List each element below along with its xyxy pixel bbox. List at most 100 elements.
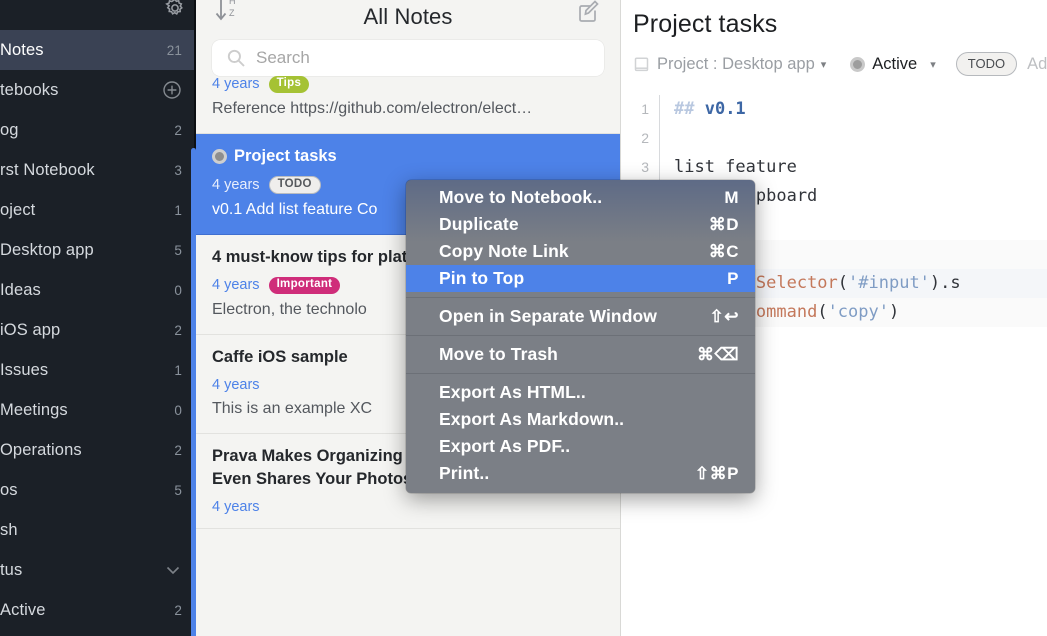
code-gutter-divider [659,153,660,182]
editor-note-title[interactable]: Project tasks [621,10,1047,39]
note-age: 4 years [212,499,260,515]
code-gutter-divider [659,95,660,124]
sidebar-item-count: 0 [174,283,182,298]
menu-item-label: Move to Trash [439,344,697,365]
sidebar-item-label: Active [0,601,166,620]
menu-item-export-as-html[interactable]: Export As HTML.. [406,379,755,406]
menu-item-duplicate[interactable]: Duplicate⌘D [406,211,755,238]
status-dot-icon [850,57,865,72]
note-tag-todo[interactable]: TODO [269,176,321,195]
note-snippet: Reference https://github.com/electron/el… [212,98,604,120]
menu-item-pin-to-top[interactable]: Pin to TopP [406,265,755,292]
sidebar-item-meetings[interactable]: Meetings0 [0,390,196,430]
menu-separator [406,297,755,298]
sidebar-item-label: Ideas [0,281,166,300]
plus-circle-icon[interactable] [162,80,182,100]
menu-item-label: Export As Markdown.. [439,409,739,430]
menu-item-label: Move to Notebook.. [439,187,724,208]
sidebar-item-label: tus [0,561,164,580]
menu-item-label: Export As PDF.. [439,436,739,457]
code-token: ) [889,302,899,322]
code-line[interactable]: 3list feature [621,153,1047,182]
sidebar-item-count: 5 [174,243,182,258]
line-number: 1 [621,95,659,124]
menu-item-move-to-trash[interactable]: Move to Trash⌘⌫ [406,341,755,368]
sidebar-item-desktop-app[interactable]: Desktop app5 [0,230,196,270]
sidebar-item-label: sh [0,521,182,540]
search-box[interactable] [212,40,604,76]
sidebar-item-notes[interactable]: Notes21 [0,30,196,70]
menu-item-move-to-notebook[interactable]: Move to Notebook..M [406,184,755,211]
code-text: list feature [674,153,1047,182]
code-token: 'copy' [828,302,889,322]
sidebar-topbar [0,0,196,30]
sidebar-item-label: rst Notebook [0,161,166,180]
menu-item-open-in-separate-window[interactable]: Open in Separate Window⇧↩ [406,303,755,330]
menu-item-export-as-markdown[interactable]: Export As Markdown.. [406,406,755,433]
sidebar-item-label: og [0,121,166,140]
menu-item-shortcut: ⌘⌫ [697,345,739,365]
sidebar-item-sh[interactable]: sh [0,510,196,550]
notebook-path-label[interactable]: Project : Desktop app [657,55,815,74]
sidebar-item-tus[interactable]: tus [0,550,196,590]
search-input[interactable] [256,48,594,68]
svg-text:H: H [229,0,236,6]
menu-separator [406,373,755,374]
svg-text:Z: Z [229,8,235,18]
sidebar-item-ios-app[interactable]: iOS app2 [0,310,196,350]
code-line[interactable]: 1 ## v0.1 [621,95,1047,124]
note-context-menu[interactable]: Move to Notebook..MDuplicate⌘DCopy Note … [406,180,755,493]
menu-item-label: Pin to Top [439,268,727,289]
sidebar-item-active[interactable]: Active 2 [0,590,196,630]
note-tag-tips[interactable]: Tips [269,76,310,93]
sidebar-item-count: 2 [174,603,182,618]
sidebar-item-label: iOS app [0,321,166,340]
menu-item-export-as-pdf[interactable]: Export As PDF.. [406,433,755,460]
editor-tag-todo[interactable]: TODO [956,52,1017,76]
chevron-down-icon[interactable] [164,561,182,579]
note-title-text: Caffe iOS sample [212,346,348,369]
note-tag-important[interactable]: Important [269,277,341,294]
note-meta: 4 years [212,499,604,515]
sidebar-item-rst-notebook[interactable]: rst Notebook3 [0,150,196,190]
code-token: list feature [674,157,797,177]
sidebar-item-tebooks[interactable]: tebooks [0,70,196,110]
sort-az-descending-icon[interactable]: H Z [212,0,242,28]
menu-item-shortcut: ⌘C [709,242,739,262]
menu-item-shortcut: ⇧⌘P [695,464,739,484]
editor-tag-overflow[interactable]: Ad [1027,55,1047,74]
status-selector[interactable]: Active ▾ [850,55,939,74]
menu-item-print[interactable]: Print..⇧⌘P [406,460,755,487]
gear-icon[interactable] [164,0,186,19]
sidebar-item-os[interactable]: os5 [0,470,196,510]
note-age: 4 years [212,277,260,293]
note-title: Project tasks [212,145,604,168]
sidebar-item-label: Operations [0,441,166,460]
status-chevron-down-icon[interactable]: ▾ [930,58,936,71]
menu-item-shortcut: ⇧↩ [710,307,740,327]
sidebar-item-count: 2 [174,443,182,458]
sidebar-item-ideas[interactable]: Ideas 0 [0,270,196,310]
menu-item-copy-note-link[interactable]: Copy Note Link⌘C [406,238,755,265]
notebook-chevron-down-icon[interactable]: ▾ [821,58,827,71]
code-line[interactable]: 2 [621,124,1047,153]
compose-note-icon[interactable] [574,0,602,26]
note-list-item[interactable]: 4 years Tips Reference https://github.com/… [196,76,620,134]
sidebar-item-issues[interactable]: Issues1 [0,350,196,390]
sidebar-item-og[interactable]: og2 [0,110,196,150]
code-token: ( [838,273,848,293]
sidebar-item-label: Issues [0,361,166,380]
sidebar-item-count: 1 [174,203,182,218]
sidebar-item-operations[interactable]: Operations 2 [0,430,196,470]
sidebar-item-count: 0 [174,403,182,418]
search-icon [226,48,246,68]
sidebar: Notes21tebooksog2rst Notebook3oject1 Des… [0,0,196,636]
app-window: Notes21tebooksog2rst Notebook3oject1 Des… [0,0,1047,636]
sidebar-item-count: 5 [174,483,182,498]
note-age: 4 years [212,76,260,92]
code-text: ## v0.1 [674,95,1047,124]
sidebar-item-oject[interactable]: oject1 [0,190,196,230]
code-token: ( [817,302,827,322]
note-title-text: Project tasks [234,145,337,168]
menu-item-label: Duplicate [439,214,709,235]
